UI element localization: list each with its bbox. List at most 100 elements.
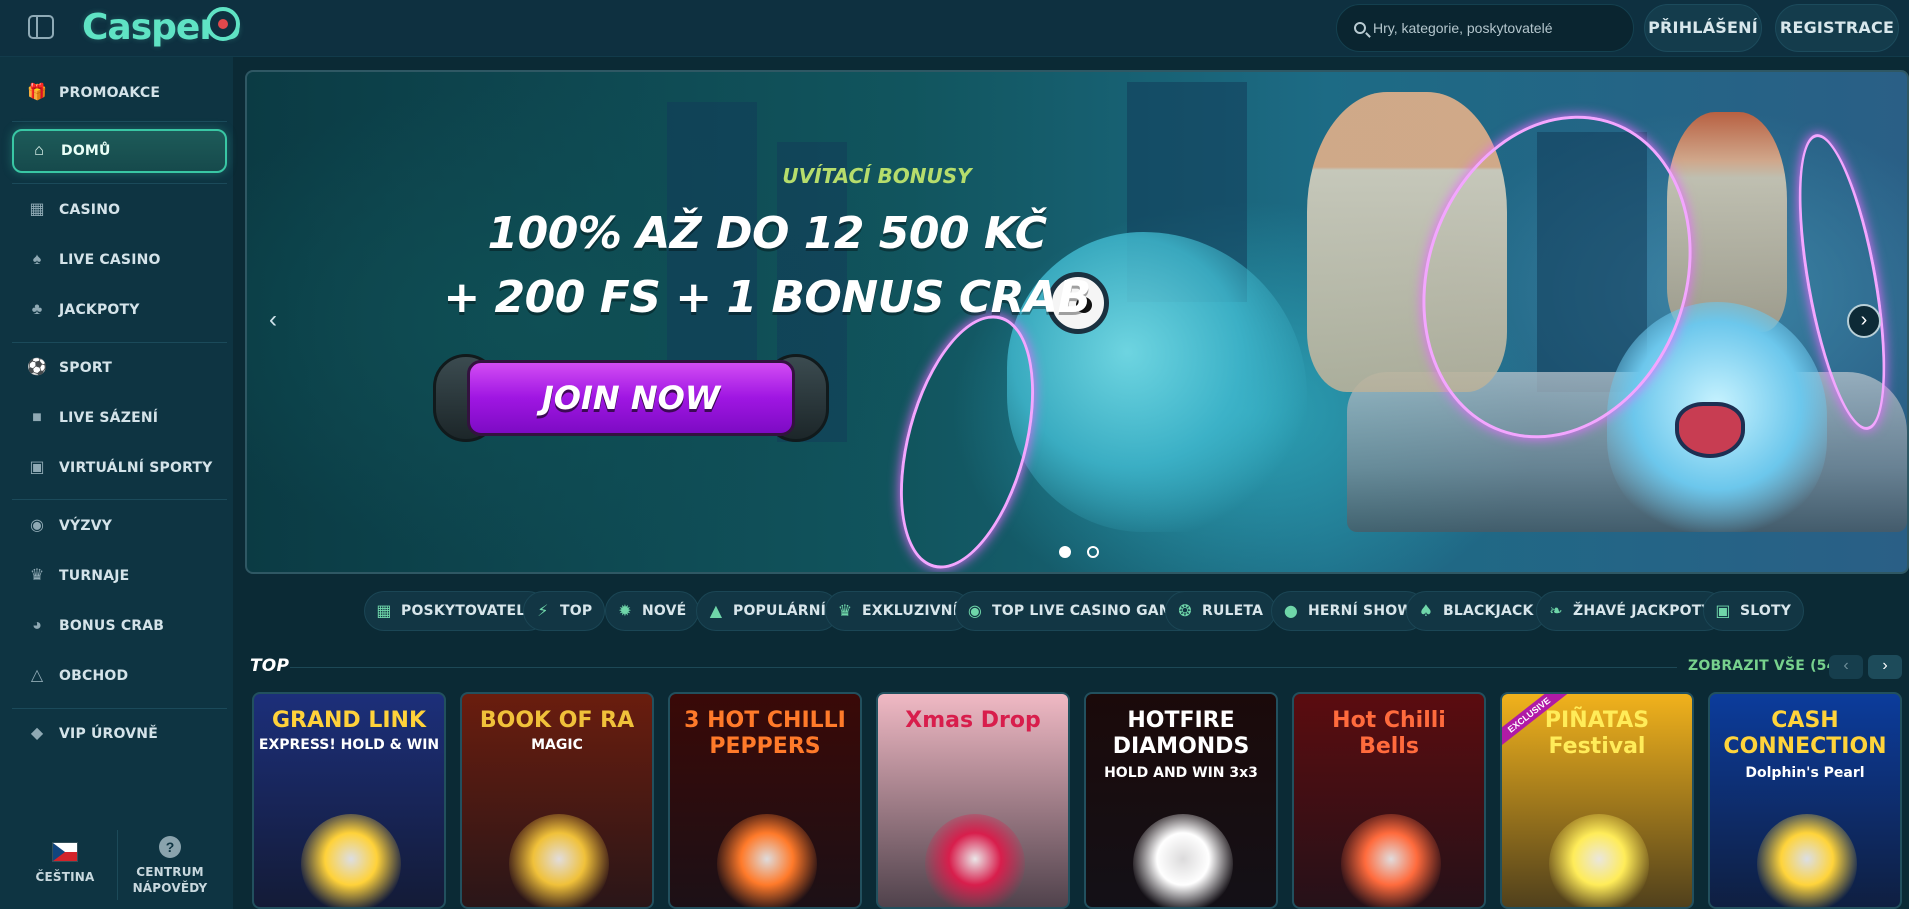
help-label-line2: NÁPOVĚDY (132, 881, 208, 895)
grid-icon: ▦ (376, 601, 392, 620)
category-label: EXKLUZIVNÍ (862, 603, 959, 619)
game-tile[interactable]: Hot Chilli Bells (1292, 692, 1486, 909)
game-artwork (925, 814, 1025, 907)
sidebar-item-label: LIVE SÁZENÍ (59, 410, 159, 426)
game-tile[interactable]: BOOK OF RA MAGIC (460, 692, 654, 909)
sidebar-toggle-icon[interactable] (28, 15, 54, 39)
language-selector[interactable]: ČEŠTINA (20, 780, 110, 890)
game-title: CASH CONNECTION (1723, 708, 1887, 759)
category-label: BLACKJACK (1443, 603, 1534, 619)
language-label: ČEŠTINA (35, 870, 95, 884)
game-subtitle: EXPRESS! HOLD & WIN (258, 737, 440, 753)
category-label: TOP (560, 603, 593, 619)
virtual-icon: ▣ (29, 459, 45, 476)
sidebar-item-challenges[interactable]: ◉ VÝZVY (12, 504, 227, 548)
divider (12, 708, 227, 709)
category-label: TOP LIVE CASINO GAMES (992, 603, 1193, 619)
game-tile[interactable]: PIÑATAS Festival EXCLUSIVE (1500, 692, 1694, 909)
clover-icon: ♣ (31, 301, 43, 318)
sidebar-item-live-betting[interactable]: ■ LIVE SÁZENÍ (12, 396, 227, 440)
carousel-prev-icon[interactable]: ‹ (1829, 655, 1863, 679)
game-tile[interactable]: GRAND LINK EXPRESS! HOLD & WIN (252, 692, 446, 909)
category-top[interactable]: ⚡ TOP (523, 591, 606, 631)
game-tile[interactable]: HOTFIRE DIAMONDS HOLD AND WIN 3x3 (1084, 692, 1278, 909)
join-now-button[interactable]: JOIN NOW (433, 354, 829, 442)
live-icon: ■ (32, 409, 42, 426)
game-artwork (717, 814, 817, 907)
crown-icon: ♛ (837, 601, 853, 620)
lightning-icon: ⚡ (537, 601, 549, 620)
game-tile[interactable]: CASH CONNECTION Dolphin's Pearl (1708, 692, 1902, 909)
game-title: Xmas Drop (905, 708, 1041, 733)
login-button[interactable]: PŘIHLÁŠENÍ (1644, 4, 1762, 52)
category-label: POPULÁRNÍ (733, 603, 827, 619)
sidebar-item-virtual-sports[interactable]: ▣ VIRTUÁLNÍ SPORTY (12, 446, 227, 490)
category-new[interactable]: ✹ NOVÉ (605, 591, 700, 631)
category-providers[interactable]: ▦ POSKYTOVATELÉ (364, 591, 549, 631)
sidebar-item-label: BONUS CRAB (59, 618, 165, 634)
sidebar-item-label: SPORT (59, 360, 112, 376)
category-bar: ▦ POSKYTOVATELÉ ⚡ TOP ✹ NOVÉ ▲ POPULÁRNÍ ♛ EX… (233, 585, 1909, 641)
category-game-show[interactable]: ● HERNÍ SHOW (1271, 591, 1427, 631)
register-button[interactable]: REGISTRACE (1775, 4, 1899, 52)
sidebar-item-promo[interactable]: 🎁 PROMOAKCE (12, 71, 227, 115)
sidebar-item-bonus-crab[interactable]: ◕ BONUS CRAB (12, 604, 227, 648)
section-divider (290, 667, 1677, 668)
sidebar-item-label: JACKPOTY (59, 302, 140, 318)
game-artwork (1757, 814, 1857, 907)
banner-subtitle: UVÍTACÍ BONUSY (782, 164, 972, 188)
carousel-next-icon[interactable]: › (1868, 655, 1902, 679)
flame-icon: ▲ (709, 601, 723, 620)
sidebar-item-vip[interactable]: ◆ VIP ÚROVNĚ (12, 712, 227, 756)
sidebar-item-live-casino[interactable]: ♠ LIVE CASINO (12, 238, 227, 282)
game-title: GRAND LINK (271, 708, 427, 733)
live-badge-icon: ◉ (967, 601, 983, 620)
slide-dot-1[interactable] (1059, 546, 1071, 558)
search-input[interactable] (1373, 17, 1623, 39)
diamond-icon: ◆ (30, 725, 44, 742)
top-header: Caspero PŘIHLÁŠENÍ REGISTRACE (0, 0, 1909, 57)
badge-icon: ✹ (618, 601, 632, 620)
category-exclusive[interactable]: ♛ EXKLUZIVNÍ (825, 591, 972, 631)
divider (12, 342, 227, 343)
game-subtitle: HOLD AND WIN 3x3 (1104, 765, 1258, 781)
promo-banner[interactable]: UVÍTACÍ BONUSY 100% AŽ DO 12 500 KČ + 20… (245, 70, 1909, 574)
game-title: HOTFIRE DIAMONDS (1112, 708, 1250, 759)
category-slots[interactable]: ▣ SLOTY (1703, 591, 1805, 631)
chili-icon: ❧ (1549, 601, 1563, 620)
slide-dot-2[interactable] (1087, 546, 1099, 558)
sidebar-item-sport[interactable]: ⚽ SPORT (12, 346, 227, 390)
sidebar-item-shop[interactable]: △ OBCHOD (12, 654, 227, 698)
category-roulette[interactable]: ❂ RULETA (1165, 591, 1277, 631)
microphone-icon: ● (1283, 601, 1299, 620)
search-bar[interactable] (1336, 4, 1634, 52)
game-subtitle: Dolphin's Pearl (1745, 765, 1865, 781)
category-label: ŽHAVÉ JACKPOTY (1573, 603, 1712, 619)
category-hot-jackpots[interactable]: ❧ ŽHAVÉ JACKPOTY (1536, 591, 1725, 631)
banner-next-arrow-icon[interactable]: › (1847, 304, 1881, 338)
category-blackjack[interactable]: ♠ BLACKJACK (1406, 591, 1547, 631)
sidebar-item-tournaments[interactable]: ♛ TURNAJE (12, 554, 227, 598)
game-tile[interactable]: Xmas Drop (876, 692, 1070, 909)
game-artwork (1549, 814, 1649, 907)
card-icon: ♠ (32, 251, 42, 268)
game-tile[interactable]: 3 HOT CHILLI PEPPERS (668, 692, 862, 909)
ghost-mouth (1675, 402, 1745, 458)
home-icon: ⌂ (34, 142, 44, 159)
czech-flag-icon (52, 842, 78, 862)
logo-mark-icon (206, 7, 240, 41)
divider (12, 183, 227, 184)
help-icon: ? (159, 836, 181, 858)
category-label: SLOTY (1740, 603, 1792, 619)
sidebar-item-casino[interactable]: ▦ CASINO (12, 188, 227, 232)
divider (12, 499, 227, 500)
banner-prev-arrow-icon[interactable]: ‹ (269, 308, 293, 332)
category-popular[interactable]: ▲ POPULÁRNÍ (696, 591, 840, 631)
claw-icon: ◕ (32, 617, 42, 634)
help-center-link[interactable]: ? CENTRUM NÁPOVĚDY (128, 830, 212, 896)
sidebar-item-label: TURNAJE (59, 568, 130, 584)
sidebar-item-label: DOMŮ (61, 143, 111, 159)
sidebar-item-home[interactable]: ⌂ DOMŮ (12, 129, 227, 173)
divider (117, 830, 118, 900)
sidebar-item-jackpots[interactable]: ♣ JACKPOTY (12, 288, 227, 332)
